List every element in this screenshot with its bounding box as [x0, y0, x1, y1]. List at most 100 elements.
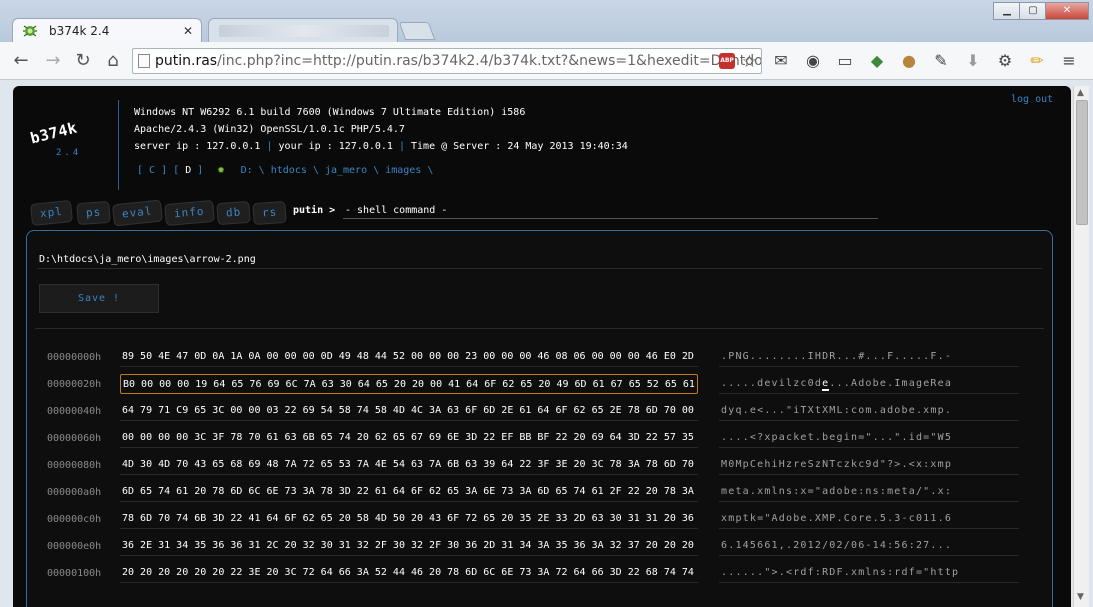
path-segment-ja-mero[interactable]: ja_mero: [325, 165, 367, 176]
server-ip: server ip : 127.0.0.1: [134, 141, 261, 152]
ascii-input[interactable]: 6.145661,.2012/02/06-14:56:27...: [719, 536, 1019, 556]
hex-rows: 00000000h 89 50 4E 47 0D 0A 1A 0A 00 00 …: [27, 345, 1054, 588]
shell-command-input[interactable]: - shell command -: [343, 202, 878, 219]
hex-bytes-input[interactable]: 00 00 00 00 3C 3F 78 70 61 63 6B 65 74 2…: [120, 428, 698, 448]
tab-close-icon[interactable]: ✕: [183, 19, 193, 43]
path-separator: \: [427, 165, 434, 176]
tab-info[interactable]: info: [164, 199, 215, 227]
shell-prompt: putin >: [293, 205, 336, 216]
hex-row: 00000100h 20 20 20 20 20 20 22 3E 20 3C …: [27, 561, 1054, 588]
hex-bytes-input[interactable]: 89 50 4E 47 0D 0A 1A 0A 00 00 00 0D 49 4…: [120, 347, 698, 367]
home-icon[interactable]: ⌂: [100, 48, 126, 74]
row-offset: 000000a0h: [47, 487, 102, 498]
divider: [37, 268, 1042, 269]
browser-toolbar: ← → ↻ ⌂ putin.ras/inc.php?inc=http://put…: [0, 42, 1093, 80]
drive-d-open: [: [173, 165, 180, 176]
drive-d-close: ]: [197, 165, 204, 176]
save-button[interactable]: Save !: [39, 284, 159, 313]
hex-row: 00000080h 4D 30 4D 70 43 65 68 69 48 7A …: [27, 453, 1054, 480]
path-segment-htdocs[interactable]: htdocs: [271, 165, 307, 176]
hex-bytes-input[interactable]: 64 79 71 C9 65 3C 00 00 03 22 69 54 58 7…: [120, 401, 698, 421]
divider: [35, 328, 1044, 329]
color-wheel-extension-icon[interactable]: ◉: [802, 50, 824, 72]
hex-bytes-input[interactable]: 4D 30 4D 70 43 65 68 69 48 7A 72 65 53 7…: [120, 455, 698, 475]
drive-bar: [ C ] [ D ] ✹ D: \ htdocs \ ja_mero \ im…: [137, 162, 433, 176]
hex-row: 000000c0h 78 6D 70 74 6B 3D 22 41 64 6F …: [27, 507, 1054, 534]
hex-row: 000000e0h 36 2E 31 34 35 36 36 31 2C 20 …: [27, 534, 1054, 561]
tab-eval[interactable]: eval: [111, 199, 163, 227]
url-host: putin.ras: [155, 53, 218, 69]
browser-tab-inactive[interactable]: [208, 18, 398, 42]
path-separator: \: [258, 165, 265, 176]
ascii-input[interactable]: meta.xmlns:x="adobe:ns:meta/".x:: [719, 482, 1019, 502]
hex-row: 000000a0h 6D 65 74 61 20 78 6D 6C 6E 73 …: [27, 480, 1054, 507]
drive-d-link[interactable]: D: [185, 165, 191, 176]
ascii-input[interactable]: dyq.e<..."iTXtXML:com.adobe.xmp.: [719, 401, 1019, 421]
bookmark-star-icon[interactable]: ☆: [742, 50, 757, 73]
ascii-input[interactable]: .PNG........IHDR...#...F.....F.-: [719, 347, 1019, 367]
tab-rs[interactable]: rs: [252, 200, 287, 226]
path-segment-images[interactable]: images: [385, 165, 421, 176]
page-content: b374k 2.4 Windows NT W6292 6.1 build 760…: [13, 86, 1071, 607]
logo-version: 2.4: [56, 148, 82, 158]
new-tab-button[interactable]: [398, 22, 436, 40]
address-bar[interactable]: putin.ras/inc.php?inc=http://putin.ras/b…: [132, 48, 762, 74]
maximize-button[interactable]: ▢: [1019, 2, 1047, 20]
server-software: Apache/2.4.3 (Win32) OpenSSL/1.0.1c PHP/…: [134, 124, 405, 135]
tab-ps[interactable]: ps: [76, 200, 111, 226]
window-close-button[interactable]: ✕: [1045, 2, 1089, 20]
drive-c-link[interactable]: [ C ]: [137, 165, 167, 176]
ascii-input[interactable]: ....<?xpacket.begin="...".id="W5: [719, 428, 1019, 448]
ascii-input[interactable]: .....devilzc0de...Adobe.ImageRea: [719, 374, 1019, 394]
browser-tab-active[interactable]: b374k 2.4 ✕: [12, 18, 202, 42]
gear-icon[interactable]: ⚙: [994, 50, 1016, 72]
ruler-extension-icon[interactable]: ▭: [834, 50, 856, 72]
hex-bytes-input[interactable]: 6D 65 74 61 20 78 6D 6C 6E 73 3A 78 3D 2…: [120, 482, 698, 502]
row-offset: 00000060h: [47, 433, 102, 444]
os-info: Windows NT W6292 6.1 build 7600 (Windows…: [134, 107, 526, 118]
minimize-button[interactable]: ▁: [993, 2, 1021, 20]
puzzle-extension-icon[interactable]: ◆: [866, 50, 888, 72]
vertical-scrollbar[interactable]: ▲ ▼: [1073, 86, 1089, 607]
scroll-down-icon[interactable]: ▼: [1077, 592, 1084, 602]
hex-bytes-input-selected[interactable]: B0 00 00 00 19 64 65 76 69 6C 7A 63 30 6…: [120, 374, 698, 394]
separator: |: [398, 141, 405, 152]
logout-link[interactable]: log out: [1011, 94, 1053, 105]
browser-tab-bar: b374k 2.4 ✕ ▁ ▢ ✕: [0, 0, 1093, 42]
gmail-extension-icon[interactable]: ✉: [770, 50, 792, 72]
ascii-input[interactable]: ......">.<rdf:RDF.xmlns:rdf="http: [719, 563, 1019, 583]
reload-icon[interactable]: ↻: [70, 48, 96, 74]
ascii-input[interactable]: M0MpCehiHzreSzNTczkc9d"?>.<x:xmp: [719, 455, 1019, 475]
row-offset: 000000e0h: [47, 541, 102, 552]
bug-favicon-icon: [23, 25, 37, 37]
hex-bytes-input[interactable]: 36 2E 31 34 35 36 36 31 2C 20 32 30 31 3…: [120, 536, 698, 556]
separator: |: [266, 141, 273, 152]
hex-editor-panel: D:\htdocs\ja_mero\images\arrow-2.png Sav…: [26, 230, 1053, 607]
forward-arrow-icon[interactable]: →: [40, 48, 66, 74]
adblock-icon[interactable]: ABP: [719, 53, 735, 69]
browser-tab-title: b374k 2.4: [49, 24, 110, 38]
download-extension-icon[interactable]: ⬇: [962, 50, 984, 72]
row-offset: 00000040h: [47, 406, 102, 417]
eyedropper-extension-icon[interactable]: ✎: [930, 50, 952, 72]
tab-db[interactable]: db: [216, 200, 251, 226]
scroll-up-icon[interactable]: ▲: [1077, 88, 1084, 98]
row-offset: 00000020h: [47, 379, 102, 390]
url-path: /inc.php?inc=http://putin.ras/b374k2.4/b…: [217, 53, 762, 69]
cookie-extension-icon[interactable]: ●: [898, 50, 920, 72]
hex-row: 00000060h 00 00 00 00 3C 3F 78 70 61 63 …: [27, 426, 1054, 453]
ascii-input[interactable]: xmptk="Adobe.XMP.Core.5.3-c011.6: [719, 509, 1019, 529]
row-offset: 00000100h: [47, 568, 102, 579]
hex-bytes-input[interactable]: 20 20 20 20 20 20 22 3E 20 3C 72 64 66 3…: [120, 563, 698, 583]
pencil-extension-icon[interactable]: ✏: [1026, 50, 1048, 72]
tab-xpl[interactable]: xpl: [29, 199, 73, 227]
scrollbar-thumb[interactable]: [1076, 100, 1088, 225]
menu-icon[interactable]: ≡: [1058, 50, 1080, 72]
back-arrow-icon[interactable]: ←: [8, 48, 34, 74]
hex-bytes-input[interactable]: 78 6D 70 74 6B 3D 22 41 64 6F 62 65 20 5…: [120, 509, 698, 529]
path-segment-drive[interactable]: D:: [241, 165, 253, 176]
your-ip: your ip : 127.0.0.1: [278, 141, 393, 152]
ascii-text: .....devilzc0d: [721, 378, 823, 389]
system-info: Windows NT W6292 6.1 build 7600 (Windows…: [134, 104, 628, 155]
server-time: Time @ Server : 24 May 2013 19:40:34: [411, 141, 628, 152]
